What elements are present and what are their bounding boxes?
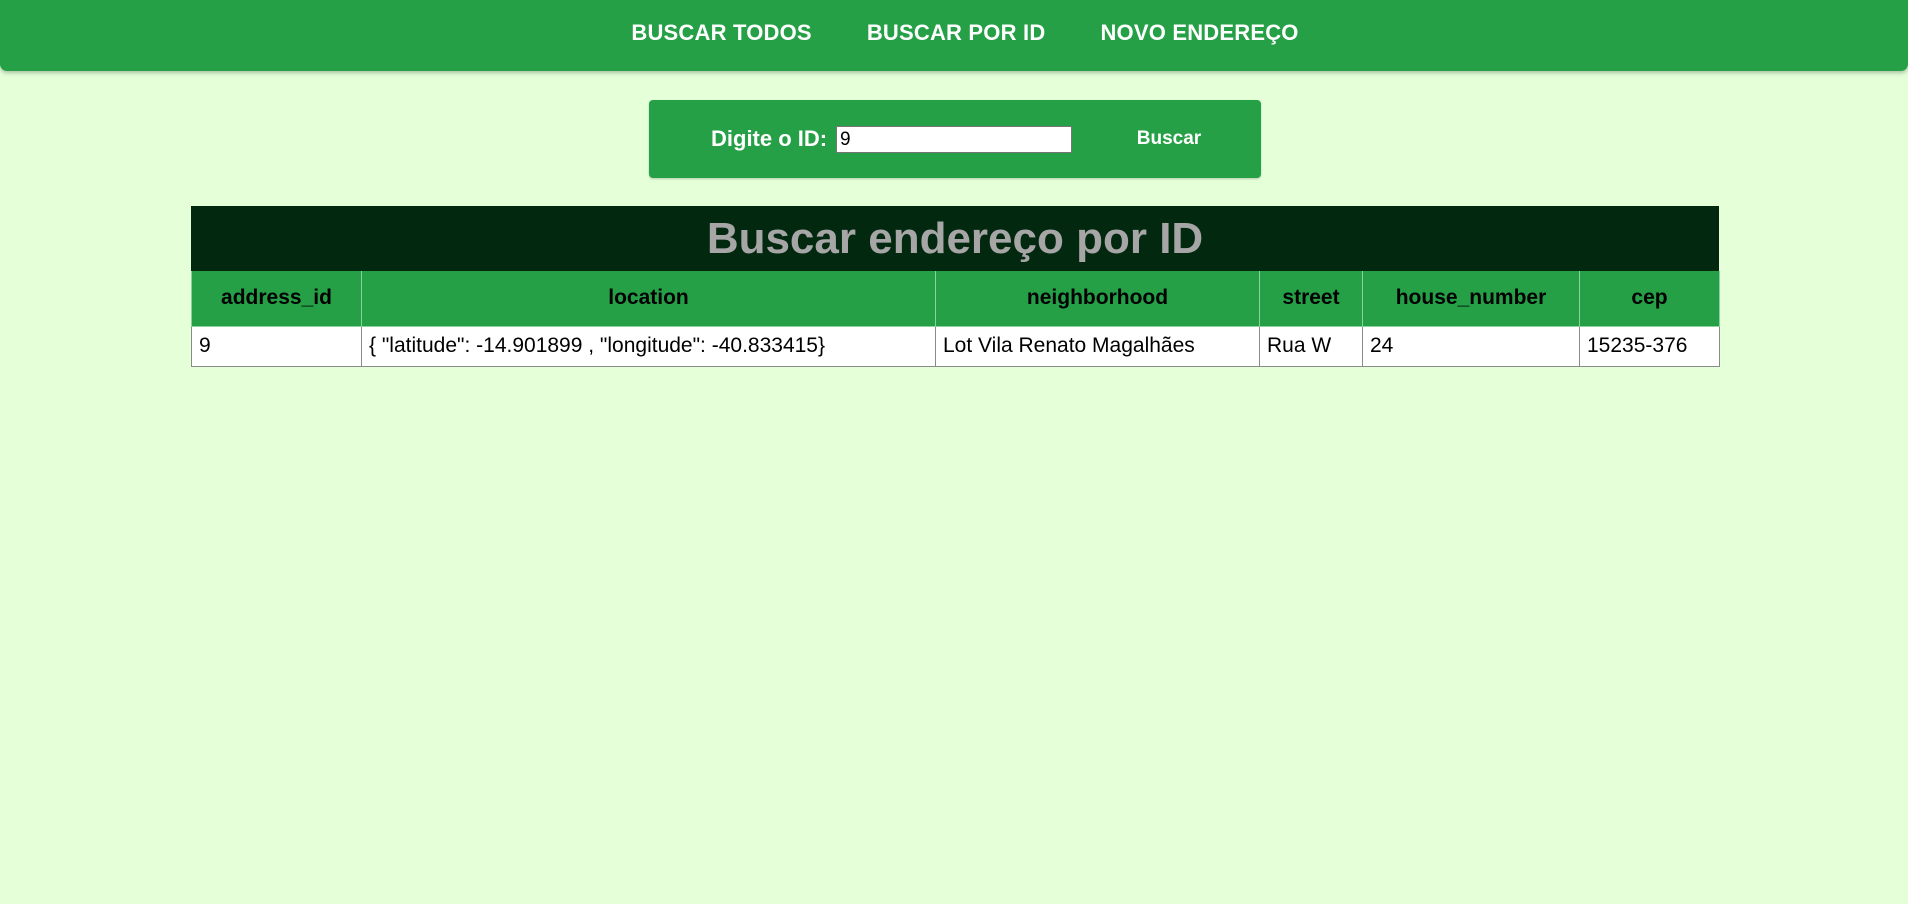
table-title: Buscar endereço por ID bbox=[191, 206, 1719, 271]
cell-house-number: 24 bbox=[1362, 325, 1580, 367]
column-header-address-id: address_id bbox=[191, 271, 362, 327]
table-header-row: address_id location neighborhood street … bbox=[191, 271, 1720, 327]
top-navbar: BUSCAR TODOS BUSCAR POR ID NOVO ENDEREÇO bbox=[0, 0, 1908, 71]
cell-address-id: 9 bbox=[191, 325, 362, 367]
column-header-neighborhood: neighborhood bbox=[935, 271, 1260, 327]
search-id-label: Digite o ID: bbox=[711, 126, 828, 151]
cell-cep: 15235-376 bbox=[1579, 325, 1720, 367]
column-header-house-number: house_number bbox=[1362, 271, 1580, 327]
nav-buscar-por-id[interactable]: BUSCAR POR ID bbox=[867, 20, 1046, 46]
cell-location: { "latitude": -14.901899 , "longitude": … bbox=[361, 325, 936, 367]
results-table-container: Buscar endereço por ID address_id locati… bbox=[191, 206, 1720, 367]
column-header-street: street bbox=[1259, 271, 1363, 327]
results-table: address_id location neighborhood street … bbox=[191, 271, 1720, 367]
column-header-cep: cep bbox=[1579, 271, 1720, 327]
cell-neighborhood: Lot Vila Renato Magalhães bbox=[935, 325, 1260, 367]
table-row: 9 { "latitude": -14.901899 , "longitude"… bbox=[191, 325, 1720, 367]
cell-street: Rua W bbox=[1259, 325, 1363, 367]
search-button[interactable]: Buscar bbox=[1107, 124, 1231, 154]
column-header-location: location bbox=[361, 271, 936, 327]
nav-buscar-todos[interactable]: BUSCAR TODOS bbox=[631, 20, 811, 46]
search-form: Digite o ID: Buscar bbox=[649, 100, 1261, 178]
search-id-input[interactable] bbox=[836, 126, 1072, 153]
nav-novo-endereco[interactable]: NOVO ENDEREÇO bbox=[1100, 20, 1298, 46]
